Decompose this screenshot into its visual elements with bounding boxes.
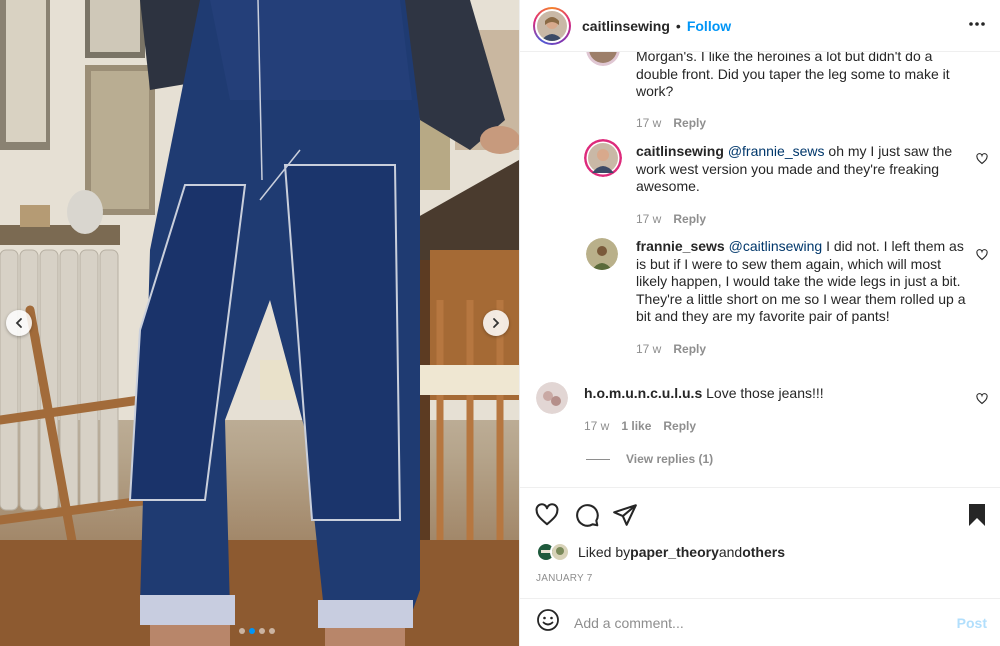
comment-icon xyxy=(576,504,599,527)
save-button[interactable] xyxy=(965,502,989,533)
comment-like-button[interactable] xyxy=(976,392,988,410)
reply-button[interactable]: Reply xyxy=(673,342,706,356)
liked-by-summary[interactable]: Liked by paper_theory and others xyxy=(536,542,785,562)
comment-mention[interactable]: @frannie_sews xyxy=(728,143,825,159)
heart-icon xyxy=(976,393,988,405)
carousel-next-button[interactable] xyxy=(483,310,509,336)
comment-text: h.o.m.u.n.c.u.l.u.s Love those jeans!!! xyxy=(584,385,964,403)
comment-avatar[interactable] xyxy=(584,139,622,177)
heart-icon xyxy=(976,153,988,165)
comment-mention[interactable]: @caitlinsewing xyxy=(729,238,823,254)
carousel-dot xyxy=(259,628,265,634)
carousel-dot xyxy=(239,628,245,634)
comment-input[interactable] xyxy=(574,614,944,631)
header-separator: • xyxy=(675,17,681,34)
liked-by-user[interactable]: paper_theory xyxy=(630,544,719,560)
comment-meta: 17 w Reply xyxy=(636,342,706,356)
comment-username[interactable]: frannie_sews xyxy=(636,238,725,254)
comment-like-button[interactable] xyxy=(976,152,988,170)
liker-avatar xyxy=(550,542,570,562)
comment-time: 17 w xyxy=(636,212,662,226)
smiley-icon xyxy=(537,609,559,631)
comments-list[interactable]: Morgan's. I like the heroines a lot but … xyxy=(520,52,1000,486)
comment-time: 17 w xyxy=(636,342,662,356)
comment-composer: Post xyxy=(520,598,1000,646)
post-date: JANUARY 7 xyxy=(536,573,593,584)
reply-button[interactable]: Reply xyxy=(663,419,696,433)
carousel-dot xyxy=(269,628,275,634)
post-header: caitlinsewing • Follow xyxy=(520,0,1000,52)
comment-meta: 17 w Reply xyxy=(636,212,706,226)
liked-by-others[interactable]: others xyxy=(742,544,785,560)
action-bar: Liked by paper_theory and others JANUARY… xyxy=(520,487,1000,597)
chevron-left-icon xyxy=(15,318,22,328)
more-options-button[interactable] xyxy=(967,14,987,39)
post-photo[interactable] xyxy=(0,0,519,646)
reply-button[interactable]: Reply xyxy=(673,116,706,130)
comment-likes[interactable]: 1 like xyxy=(621,419,651,433)
reply-button[interactable]: Reply xyxy=(673,212,706,226)
follow-button[interactable]: Follow xyxy=(687,18,731,34)
emoji-button[interactable] xyxy=(536,608,560,637)
comment-text: Morgan's. I like the heroines a lot but … xyxy=(636,52,950,99)
carousel-dot-active xyxy=(249,628,255,634)
comment-time: 17 w xyxy=(584,419,610,433)
share-button[interactable] xyxy=(612,502,638,533)
liked-by-mid: and xyxy=(718,544,743,560)
comment-meta: 17 w Reply xyxy=(636,116,706,130)
comment-meta: 17 w 1 like Reply xyxy=(584,419,696,433)
post-comment-button[interactable]: Post xyxy=(957,615,987,631)
liked-by-prefix: Liked by xyxy=(578,544,631,560)
chevron-right-icon xyxy=(493,318,500,328)
post-sidebar: caitlinsewing • Follow Morgan's. I like … xyxy=(519,0,1000,646)
like-button[interactable] xyxy=(534,502,560,533)
comment-avatar[interactable] xyxy=(586,238,618,270)
carousel-prev-button[interactable] xyxy=(6,310,32,336)
view-replies-line xyxy=(586,458,610,460)
comment-button[interactable] xyxy=(574,502,600,533)
comment-avatar[interactable] xyxy=(586,52,620,66)
more-horizontal-icon xyxy=(969,22,985,26)
comment-username[interactable]: h.o.m.u.n.c.u.l.u.s xyxy=(584,385,702,401)
carousel-indicator xyxy=(239,628,275,634)
comment-username[interactable]: caitlinsewing xyxy=(636,143,724,159)
view-replies-button[interactable]: View replies (1) xyxy=(586,452,713,466)
comment-text: frannie_sews @caitlinsewing I did not. I… xyxy=(636,238,966,326)
view-replies-label[interactable]: View replies (1) xyxy=(626,452,713,466)
liked-by-avatars xyxy=(536,542,574,562)
comment-text: caitlinsewing @frannie_sews oh my I just… xyxy=(636,143,966,196)
bookmark-icon xyxy=(969,504,985,526)
comment-like-button[interactable] xyxy=(976,248,988,266)
comment-body: Love those jeans!!! xyxy=(702,385,824,401)
author-avatar[interactable] xyxy=(533,6,571,45)
send-icon xyxy=(613,504,637,526)
author-username[interactable]: caitlinsewing xyxy=(582,18,670,34)
heart-icon xyxy=(535,503,559,526)
jeans-photo-image xyxy=(0,0,519,646)
comment-avatar[interactable] xyxy=(536,382,568,414)
comment-time: 17 w xyxy=(636,116,662,130)
heart-icon xyxy=(976,249,988,261)
